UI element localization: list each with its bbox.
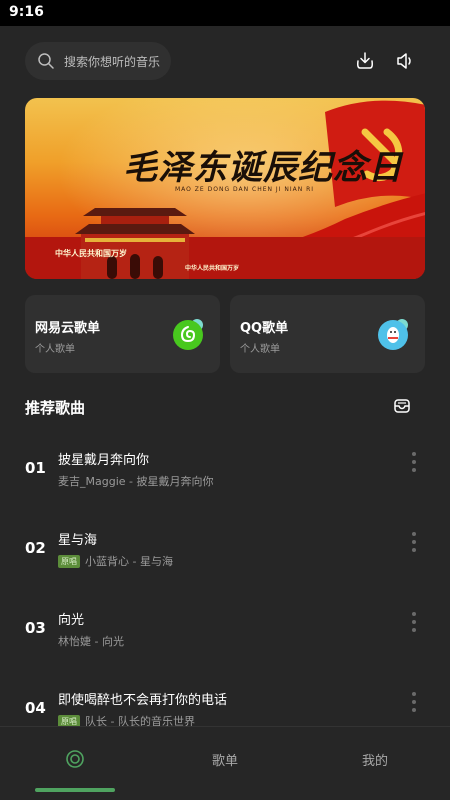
more-options-icon[interactable] bbox=[410, 692, 418, 716]
song-title: 星与海 bbox=[58, 533, 98, 548]
nav-label: 我的 bbox=[361, 753, 388, 769]
bottom-nav: 歌单 我的 bbox=[0, 726, 450, 800]
qq-playlist-card[interactable]: QQ歌单 个人歌单 bbox=[230, 295, 425, 373]
song-row[interactable]: 02 星与海 原唱 小蓝背心 - 星与海 bbox=[0, 514, 450, 584]
nav-playlists[interactable]: 歌单 bbox=[150, 727, 300, 791]
playlist-subtitle: 个人歌单 bbox=[35, 344, 75, 355]
more-options-icon[interactable] bbox=[410, 452, 418, 476]
song-number: 04 bbox=[25, 699, 46, 717]
download-icon[interactable] bbox=[353, 49, 377, 73]
banner-slogan-right: 中华人民共和国万岁 bbox=[185, 265, 240, 272]
search-placeholder: 搜索你想听的音乐 bbox=[64, 54, 161, 69]
song-number: 03 bbox=[25, 619, 46, 637]
status-time: 9:16 bbox=[9, 4, 44, 20]
nav-label: 歌单 bbox=[211, 753, 238, 769]
banner-title: 毛泽东诞辰纪念日 bbox=[123, 148, 403, 188]
netease-playlist-card[interactable]: 网易云歌单 个人歌单 bbox=[25, 295, 220, 373]
song-artist: 林怡婕 - 向光 bbox=[58, 635, 124, 648]
song-number: 02 bbox=[25, 539, 46, 557]
song-row[interactable]: 01 披星戴月奔向你 麦吉_Maggie - 披星戴月奔向你 bbox=[0, 434, 450, 504]
banner-slogan-left: 中华人民共和国万岁 bbox=[55, 249, 127, 258]
inbox-icon[interactable] bbox=[392, 396, 412, 416]
status-bar: 9:16 bbox=[0, 0, 450, 26]
more-options-icon[interactable] bbox=[410, 532, 418, 556]
song-artist: 小蓝背心 - 星与海 bbox=[85, 555, 173, 568]
song-row[interactable]: 03 向光 林怡婕 - 向光 bbox=[0, 594, 450, 664]
playlist-title: 网易云歌单 bbox=[35, 321, 101, 336]
section-title: 推荐歌曲 bbox=[25, 399, 86, 417]
search-icon bbox=[37, 52, 55, 70]
playlist-title: QQ歌单 bbox=[240, 321, 289, 336]
song-artist: 麦吉_Maggie - 披星戴月奔向你 bbox=[58, 475, 214, 488]
banner[interactable]: 毛泽东诞辰纪念日 MAO ZE DONG DAN CHEN JI NIAN RI… bbox=[25, 98, 425, 279]
nav-home[interactable] bbox=[0, 727, 150, 791]
qq-penguin-icon bbox=[378, 319, 408, 350]
banner-subtitle: MAO ZE DONG DAN CHEN JI NIAN RI bbox=[175, 186, 315, 193]
more-options-icon[interactable] bbox=[410, 612, 418, 636]
nav-active-indicator bbox=[35, 788, 115, 792]
playlist-subtitle: 个人歌单 bbox=[240, 344, 280, 355]
song-number: 01 bbox=[25, 459, 46, 477]
target-icon bbox=[66, 750, 84, 768]
original-badge: 原唱 bbox=[58, 554, 80, 568]
song-title: 即使喝醉也不会再打你的电话 bbox=[58, 693, 228, 708]
song-title: 披星戴月奔向你 bbox=[58, 453, 150, 468]
song-title: 向光 bbox=[58, 613, 85, 628]
netease-cloud-icon bbox=[173, 319, 203, 350]
search-input[interactable]: 搜索你想听的音乐 bbox=[25, 42, 171, 80]
speaker-icon[interactable] bbox=[393, 49, 417, 73]
nav-mine[interactable]: 我的 bbox=[300, 727, 450, 791]
